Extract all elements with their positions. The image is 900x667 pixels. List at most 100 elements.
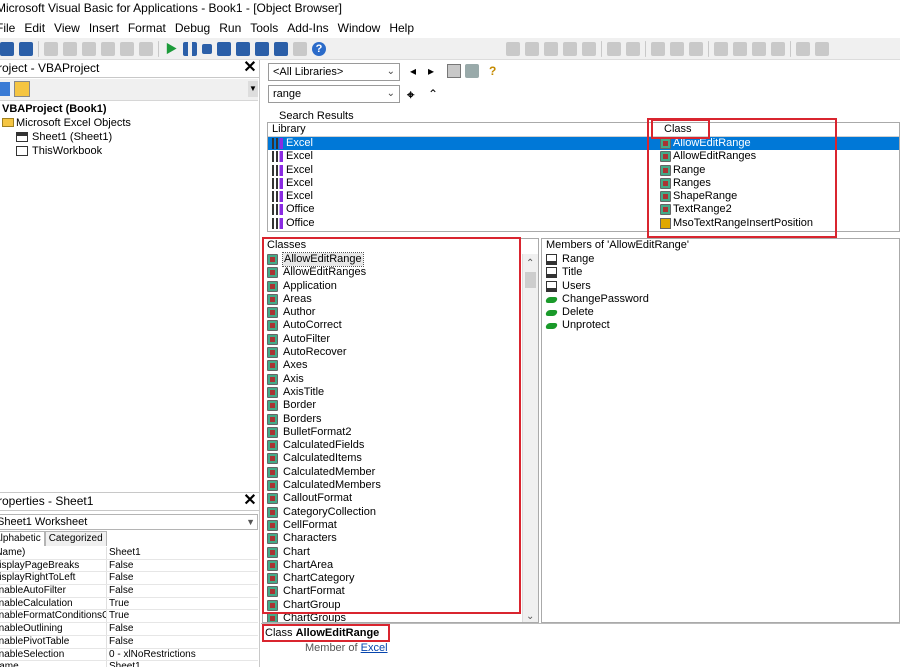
property-row[interactable]: EnableFormatConditionsCalculationTrue — [0, 610, 258, 624]
previous-bookmark-icon[interactable] — [752, 41, 766, 56]
class-list-item[interactable]: CalculatedItems — [263, 452, 538, 465]
property-row[interactable]: EnableAutoFilterFalse — [0, 585, 258, 598]
tree-item-vbaproject[interactable]: VBAProject (Book1) — [0, 102, 258, 116]
go-back-icon[interactable]: ◂ — [410, 63, 416, 79]
tree-item-excel-objects[interactable]: Microsoft Excel Objects — [0, 116, 258, 130]
menu-insert[interactable]: Insert — [86, 21, 125, 35]
menu-view[interactable]: View — [51, 21, 86, 35]
cut-icon[interactable] — [44, 41, 58, 56]
search-binoculars-icon[interactable]: ⌖ — [407, 87, 414, 103]
property-row[interactable]: DisplayPageBreaks False — [0, 559, 258, 573]
column-header-class[interactable]: Class — [664, 123, 692, 136]
view-definition-icon[interactable] — [465, 64, 479, 78]
scroll-up-icon[interactable]: ⌃ — [526, 258, 534, 269]
class-list-item[interactable]: Areas — [263, 293, 538, 306]
class-list-item[interactable]: AutoRecover — [263, 346, 538, 359]
hide-results-icon[interactable]: ⌃ — [428, 86, 438, 102]
class-list-item[interactable]: AllowEditRanges — [263, 266, 538, 279]
class-list-item[interactable]: CalculatedMember — [263, 466, 538, 479]
column-header-library[interactable]: Library — [272, 123, 306, 135]
property-value[interactable]: 0 - xlNoRestrictions — [107, 649, 196, 661]
indent-icon[interactable] — [607, 41, 621, 56]
class-list-item[interactable]: Characters — [263, 532, 538, 545]
undo-icon[interactable] — [120, 41, 134, 56]
search-result-row[interactable]: Excel Ranges — [268, 177, 899, 190]
paste-icon[interactable] — [82, 41, 96, 56]
tree-item-sheet1[interactable]: Sheet1 (Sheet1) — [0, 130, 258, 144]
uncomment-block-icon[interactable] — [689, 41, 703, 56]
class-list-item[interactable]: AllowEditRange — [263, 252, 538, 267]
class-list-item[interactable]: CalloutFormat — [263, 492, 538, 505]
properties-window-icon[interactable] — [255, 41, 269, 56]
object-selector[interactable]: Sheet1 Worksheet ▼ — [0, 514, 258, 530]
tree-item-thisworkbook[interactable]: ThisWorkbook — [0, 144, 258, 158]
property-row[interactable]: DisplayRightToLeft False — [0, 572, 258, 586]
class-list-item[interactable]: CalculatedMembers — [263, 479, 538, 492]
search-result-row[interactable]: Excel ShapeRange — [268, 190, 899, 203]
library-selector[interactable]: <All Libraries> ⌄ — [268, 63, 400, 81]
tab-alphabetic[interactable]: Alphabetic — [0, 531, 45, 546]
toggle-folders-icon[interactable] — [14, 81, 30, 97]
class-list-item[interactable]: Author — [263, 306, 538, 319]
class-list-item[interactable]: BulletFormat2 — [263, 426, 538, 439]
quick-info-icon[interactable] — [544, 41, 558, 56]
class-list-item[interactable]: Borders — [263, 413, 538, 426]
class-list-item[interactable]: AxisTitle — [263, 386, 538, 399]
property-row[interactable]: EnableSelection0 - xlNoRestrictions — [0, 648, 258, 662]
search-result-row[interactable]: Excel Range — [268, 164, 899, 177]
menu-add-ins[interactable]: Add-Ins — [284, 21, 334, 35]
copy-icon[interactable] — [63, 41, 77, 56]
insert-userform-icon[interactable] — [0, 41, 14, 56]
save-icon[interactable] — [19, 41, 33, 56]
class-list-item[interactable]: Axis — [263, 373, 538, 386]
redo-icon[interactable] — [139, 41, 153, 56]
toggle-breakpoint-icon[interactable] — [651, 41, 665, 56]
break-icon[interactable] — [183, 41, 197, 56]
property-row[interactable]: NameSheet1 — [0, 661, 258, 667]
toolbox-icon[interactable] — [293, 41, 307, 56]
step-into-icon[interactable] — [796, 41, 810, 56]
view-code-icon[interactable] — [0, 82, 10, 96]
list-constants-icon[interactable] — [525, 41, 539, 56]
menu-debug[interactable]: Debug — [172, 21, 216, 35]
class-list-item[interactable]: Application — [263, 280, 538, 293]
class-list-item[interactable]: CategoryCollection — [263, 506, 538, 519]
menu-edit[interactable]: Edit — [21, 21, 51, 35]
project-explorer-icon[interactable] — [236, 41, 250, 56]
copy-to-clipboard-icon[interactable] — [447, 64, 461, 78]
property-row[interactable]: (Name)Sheet1 — [0, 547, 258, 560]
class-list-item[interactable]: ChartCategory — [263, 572, 538, 585]
parameter-info-icon[interactable] — [563, 41, 577, 56]
member-list-item[interactable]: Users — [542, 280, 899, 293]
next-bookmark-icon[interactable] — [733, 41, 747, 56]
property-row[interactable]: EnableOutliningFalse — [0, 623, 258, 636]
property-value[interactable]: False — [107, 585, 133, 597]
help-icon[interactable]: ? — [312, 41, 326, 56]
design-mode-icon[interactable] — [217, 41, 231, 56]
class-list-item[interactable]: AutoCorrect — [263, 319, 538, 332]
search-result-row[interactable]: Office MsoTextRangeInsertPosition — [268, 217, 899, 230]
help-icon[interactable]: ? — [489, 63, 496, 79]
go-forward-icon[interactable]: ▸ — [428, 63, 434, 79]
property-row[interactable]: EnablePivotTableFalse — [0, 635, 258, 649]
scroll-thumb[interactable] — [525, 272, 536, 288]
class-list-item[interactable]: Axes — [263, 359, 538, 372]
menu-help[interactable]: Help — [386, 21, 420, 35]
scroll-down-icon[interactable]: ▼ — [248, 81, 258, 97]
member-list-item[interactable]: Delete — [542, 306, 899, 319]
reset-icon[interactable] — [202, 43, 212, 54]
property-value[interactable]: False — [107, 572, 133, 584]
search-result-row[interactable]: Excel AllowEditRange — [268, 137, 899, 151]
member-list-item[interactable]: Unprotect — [542, 319, 899, 332]
scroll-down-icon[interactable]: ⌄ — [526, 611, 534, 622]
class-list-item[interactable]: ChartGroup — [263, 599, 538, 612]
object-browser-icon[interactable] — [274, 41, 288, 56]
class-list-item[interactable]: ChartArea — [263, 559, 538, 572]
search-result-row[interactable]: Office TextRange2 — [268, 203, 899, 216]
property-row[interactable]: EnableCalculation True — [0, 597, 258, 611]
class-list-item[interactable]: AutoFilter — [263, 333, 538, 346]
menu-tools[interactable]: Tools — [247, 21, 284, 35]
tab-categorized[interactable]: Categorized — [44, 531, 107, 546]
member-list-item[interactable]: ChangePassword — [542, 293, 899, 306]
property-value[interactable]: True — [107, 598, 129, 610]
